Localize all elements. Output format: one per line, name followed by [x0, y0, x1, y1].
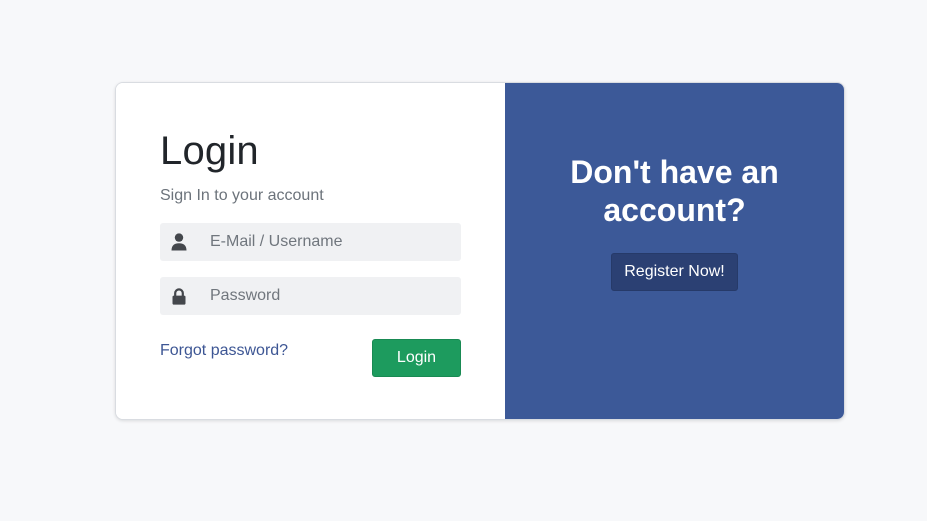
register-button[interactable]: Register Now!: [611, 253, 738, 291]
page-title: Login: [160, 129, 259, 173]
login-panel: Login Sign In to your account Forgot pas…: [116, 83, 505, 419]
user-icon: [160, 223, 198, 261]
register-heading: Don't have an account?: [570, 154, 779, 228]
login-subtitle: Sign In to your account: [160, 187, 324, 204]
password-input[interactable]: [198, 277, 461, 315]
username-input[interactable]: [198, 223, 461, 261]
username-field[interactable]: [160, 223, 461, 261]
login-card: Login Sign In to your account Forgot pas…: [115, 82, 845, 420]
login-button[interactable]: Login: [372, 339, 461, 377]
forgot-password-link[interactable]: Forgot password?: [160, 342, 288, 360]
password-field[interactable]: [160, 277, 461, 315]
register-panel: Don't have an account? Register Now!: [505, 83, 844, 419]
lock-icon: [160, 277, 198, 315]
